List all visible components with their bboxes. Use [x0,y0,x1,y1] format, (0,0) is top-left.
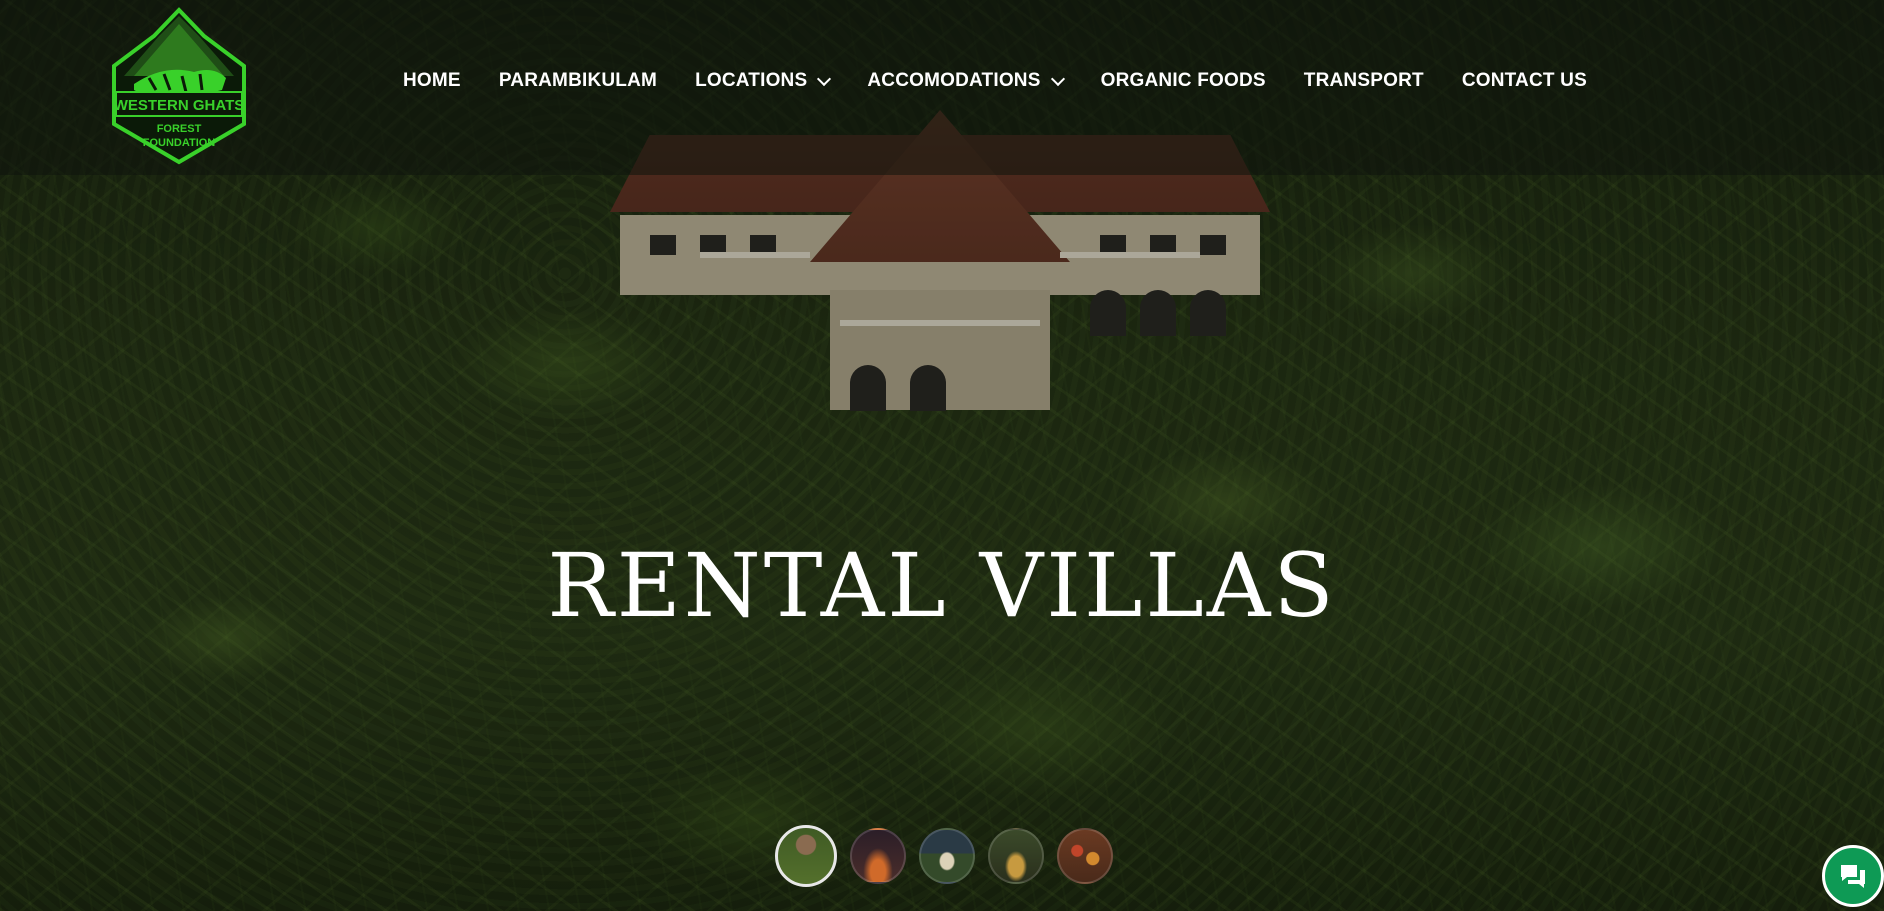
chevron-down-icon [817,71,832,86]
nav-item-organic-foods[interactable]: ORGANIC FOODS [1101,70,1266,92]
nav-label: CONTACT US [1461,70,1587,91]
nav-label: ORGANIC FOODS [1100,70,1266,91]
nav-item-contact-us[interactable]: CONTACT US [1462,70,1587,92]
nav-item-accomodations[interactable]: ACCOMODATIONS [867,70,1065,92]
logo-text-line1: WESTERN GHATS [114,97,245,114]
slide-thumb-house-lake[interactable] [919,828,975,884]
nav-label: TRANSPORT [1303,70,1424,91]
slide-thumb-villa[interactable] [775,825,837,887]
nav-item-home[interactable]: HOME [403,70,461,92]
nav-item-transport[interactable]: TRANSPORT [1304,70,1424,92]
tiger-mountain-logo-icon: WESTERN GHATS FOREST FOUNDATION [112,7,246,165]
logo-text-line2: FOREST [157,123,202,135]
hero-title: RENTAL VILLAS [547,533,1337,637]
site-logo[interactable]: WESTERN GHATS FOREST FOUNDATION [104,6,254,166]
nav-label: PARAMBIKULAM [498,70,658,91]
nav-item-parambikulam[interactable]: PARAMBIKULAM [499,70,657,92]
hero-banner: WESTERN GHATS FOREST FOUNDATION HOME PAR… [0,0,1884,911]
nav-label: ACCOMODATIONS [867,70,1041,91]
chat-bubbles-icon [1841,865,1865,888]
logo-text-line3: FOUNDATION [143,137,216,149]
main-nav: HOME PARAMBIKULAM LOCATIONS ACCOMODATION… [403,70,1625,92]
nav-label: LOCATIONS [695,70,808,91]
slide-thumb-food[interactable] [1057,828,1113,884]
slide-thumb-hut[interactable] [988,828,1044,884]
slide-thumb-campfire[interactable] [850,828,906,884]
nav-label: HOME [403,70,461,91]
chat-button[interactable] [1822,845,1884,907]
chevron-down-icon [1050,71,1065,86]
slider-thumbnails [775,825,1126,887]
nav-item-locations[interactable]: LOCATIONS [695,70,832,92]
